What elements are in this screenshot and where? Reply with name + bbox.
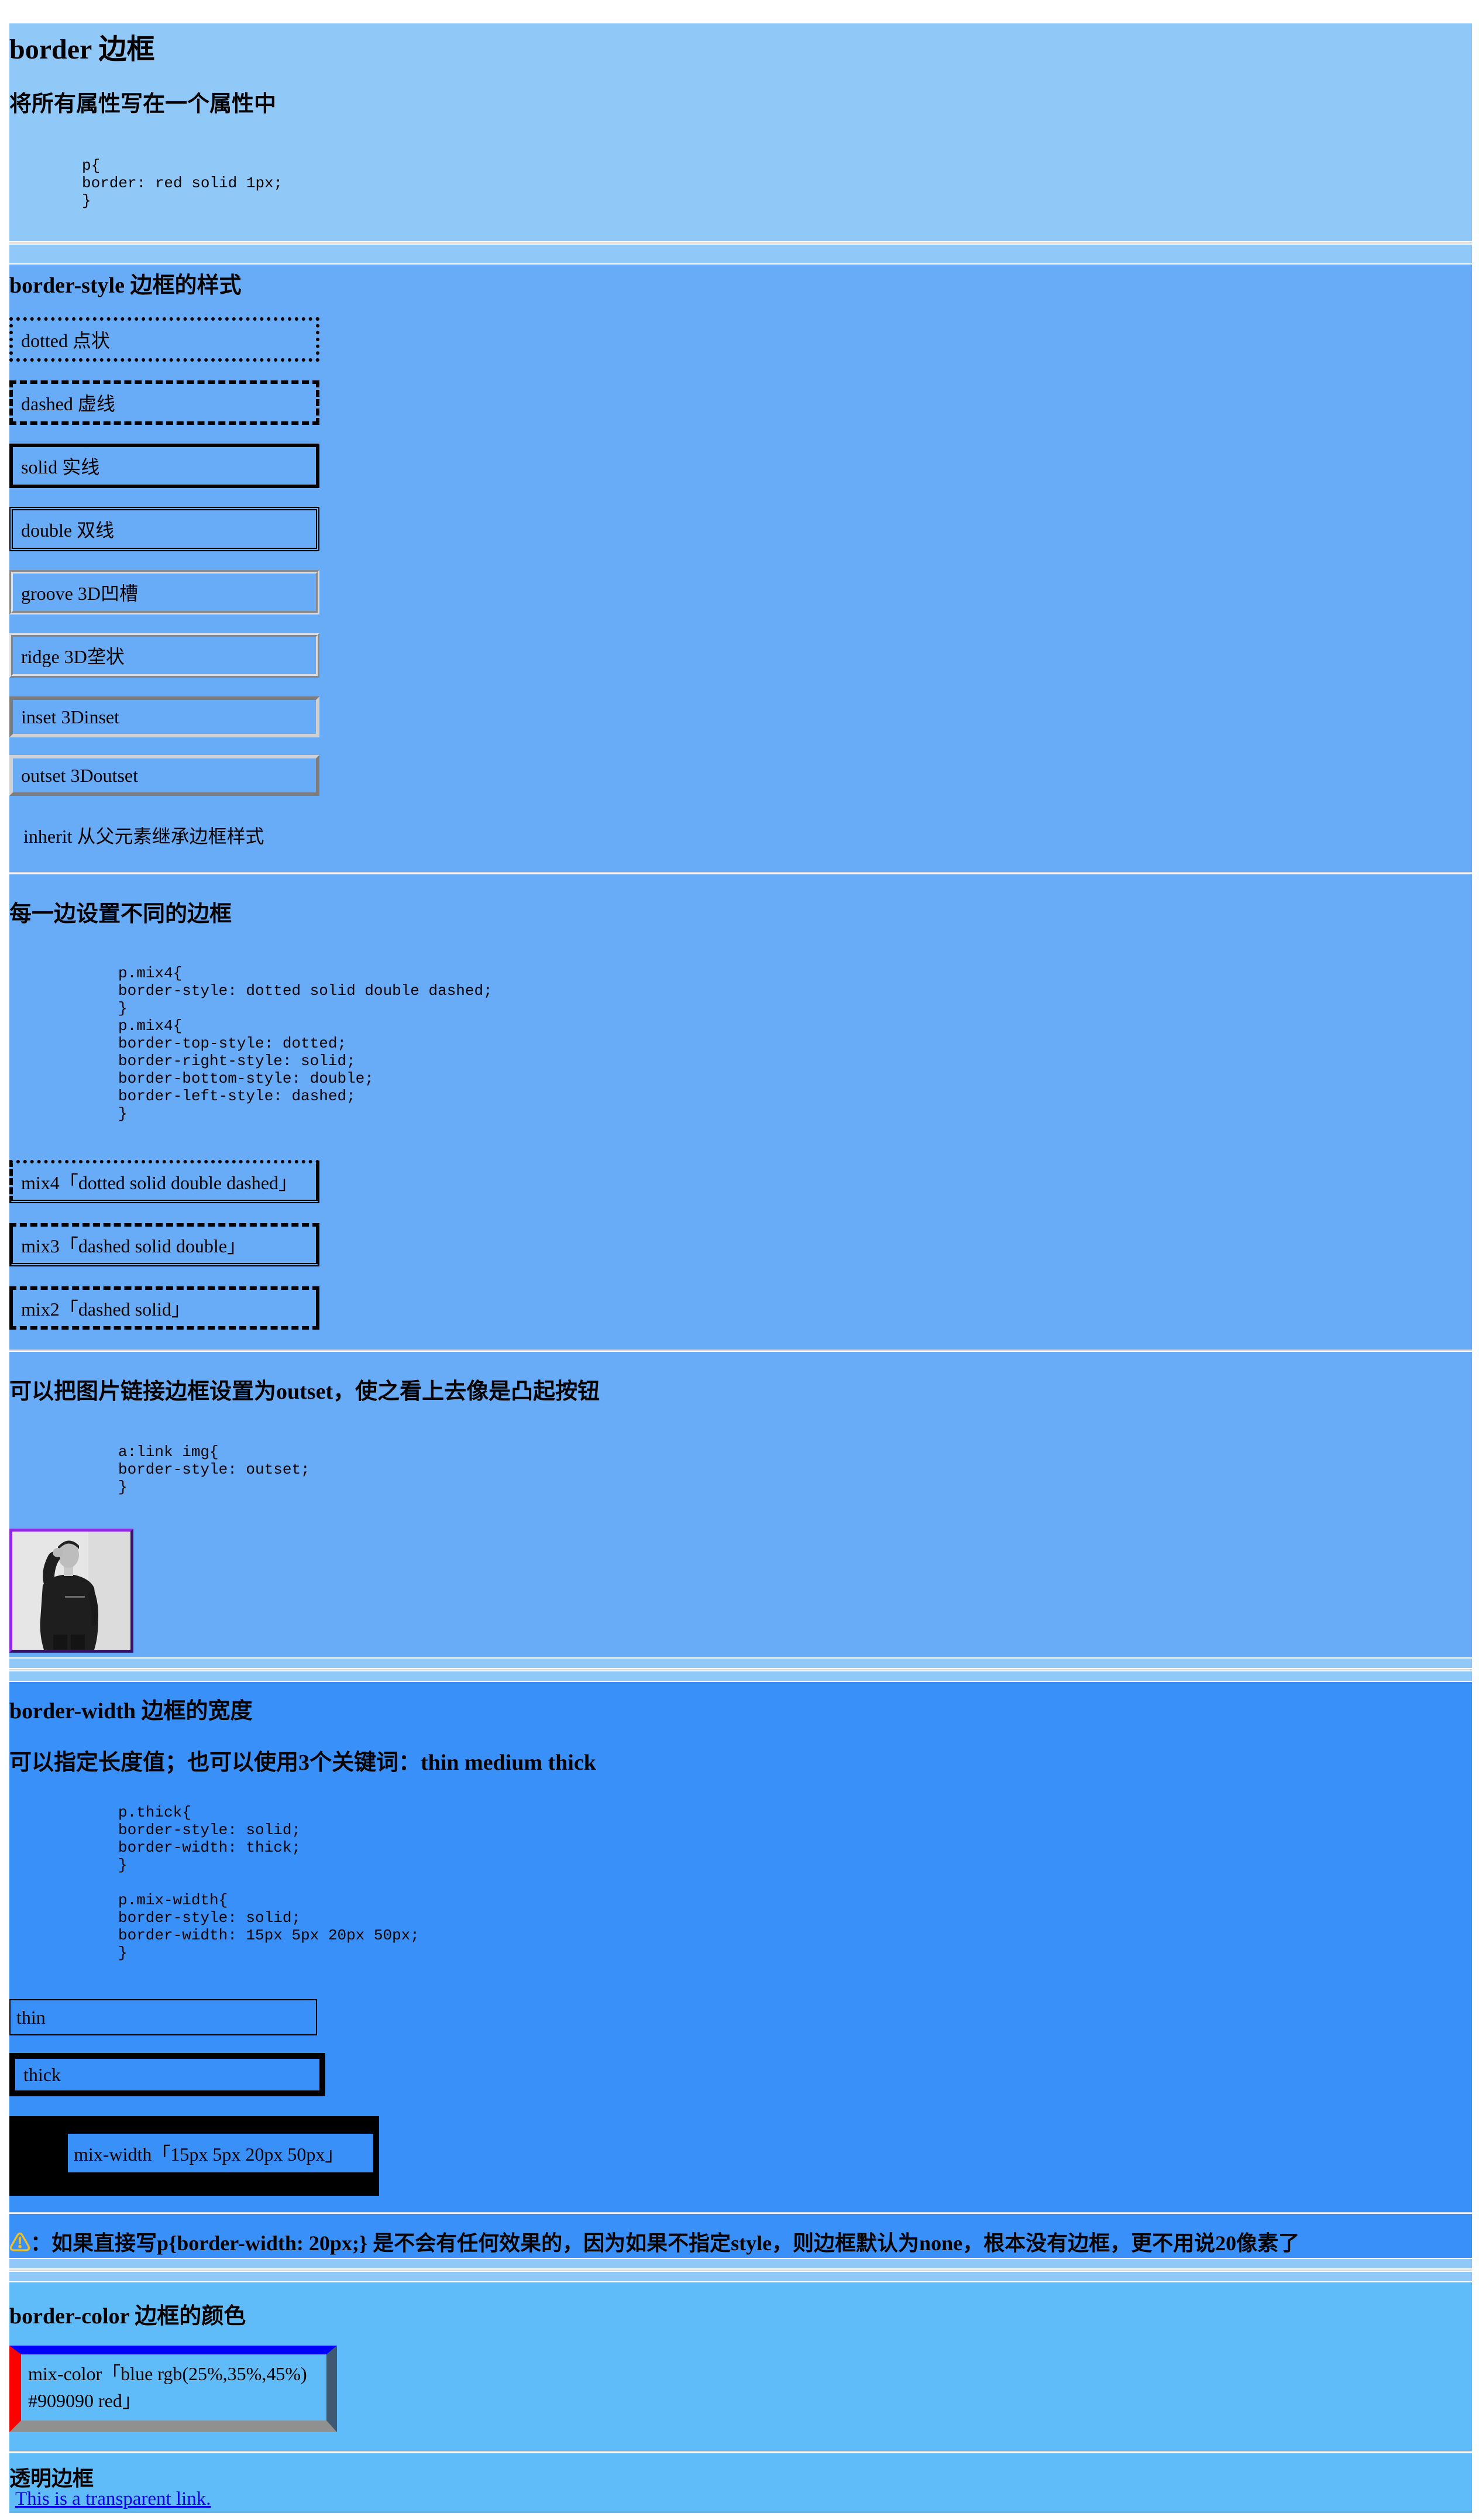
transparent-link[interactable]: This is a transparent link.: [14, 2487, 212, 2511]
inherit-border-box: inherit 从父元素继承边框样式: [23, 826, 264, 847]
warning-band: ⚠：如果直接写p{border-width: 20px;} 是不会有任何效果的，…: [9, 2215, 1472, 2258]
divider: [9, 1669, 1472, 1671]
section-subtitle: 可以指定长度值；也可以使用3个关键词：thin medium thick: [9, 1750, 596, 1775]
image-link-heading: 可以把图片链接边框设置为outset，使之看上去像是凸起按钮: [9, 1379, 600, 1404]
divider: [9, 2270, 1472, 2271]
ridge-border-box: ridge 3D垄状: [9, 633, 319, 678]
section-title: border-style 边框的样式: [9, 273, 242, 298]
image-link[interactable]: [9, 1529, 133, 1653]
code-block: p{ border: red solid 1px; }: [82, 157, 283, 210]
image-link-code: a:link img{ border-style: outset; }: [118, 1443, 310, 1496]
inset-border-box: inset 3Dinset: [9, 696, 319, 737]
each-side-heading: 每一边设置不同的边框: [9, 902, 232, 926]
warning-note: ⚠：如果直接写p{border-width: 20px;} 是不会有任何效果的，…: [9, 2226, 1299, 2257]
groove-border-box: groove 3D凹槽: [9, 570, 319, 614]
section-image-link: 可以把图片链接边框设置为outset，使之看上去像是凸起按钮 a:link im…: [9, 1352, 1472, 1657]
mix2-border-box: mix2「dashed solid」: [9, 1286, 319, 1330]
solid-border-box: solid 实线: [9, 444, 319, 488]
each-side-code: p.mix4{ border-style: dotted solid doubl…: [118, 964, 493, 1122]
border-width-code: p.thick{ border-style: solid; border-wid…: [118, 1804, 419, 1962]
warning-text: ：如果直接写p{border-width: 20px;} 是不会有任何效果的，因…: [30, 2231, 1300, 2255]
double-border-box: double 双线: [9, 507, 319, 551]
page-title: border 边框: [9, 34, 155, 65]
section-each-side: 每一边设置不同的边框 p.mix4{ border-style: dotted …: [9, 874, 1472, 1351]
divider: [9, 242, 1472, 244]
section-subtitle: 将所有属性写在一个属性中: [9, 92, 277, 116]
spacer-band: [9, 1671, 1472, 1681]
divider: [9, 1350, 1472, 1351]
section-transparent: 透明边框 This is a transparent link.: [9, 2453, 1472, 2513]
section-border: border 边框 将所有属性写在一个属性中 p{ border: red so…: [9, 23, 1472, 241]
person-photo-image: [12, 1532, 130, 1650]
mix-width-border-box: mix-width「15px 5px 20px 50px」: [9, 2116, 379, 2196]
thick-border-box: thick: [9, 2053, 325, 2096]
spacer-band: [9, 2259, 1472, 2268]
mix4-border-box: mix4「dotted solid double dashed」: [9, 1160, 319, 1203]
warning-icon: ⚠: [9, 2231, 31, 2255]
mix3-border-box: mix3「dashed solid double」: [9, 1223, 319, 1266]
dotted-border-box: dotted 点状: [9, 317, 319, 362]
divider: [9, 2451, 1472, 2453]
section-title: border-color 边框的颜色: [9, 2304, 246, 2329]
section-title: border-width 边框的宽度: [9, 1699, 253, 1724]
thin-border-box: thin: [9, 1999, 317, 2035]
mix-color-border-box: mix-color「blue rgb(25%,35%,45%) #909090 …: [9, 2346, 337, 2432]
outset-border-box: outset 3Doutset: [9, 755, 319, 796]
spacer-band: [9, 2272, 1472, 2281]
dashed-border-box: dashed 虚线: [9, 380, 319, 425]
divider: [9, 872, 1472, 874]
spacer-band: [9, 245, 1472, 263]
divider: [9, 2212, 1472, 2214]
spacer-band: [9, 1659, 1472, 1668]
